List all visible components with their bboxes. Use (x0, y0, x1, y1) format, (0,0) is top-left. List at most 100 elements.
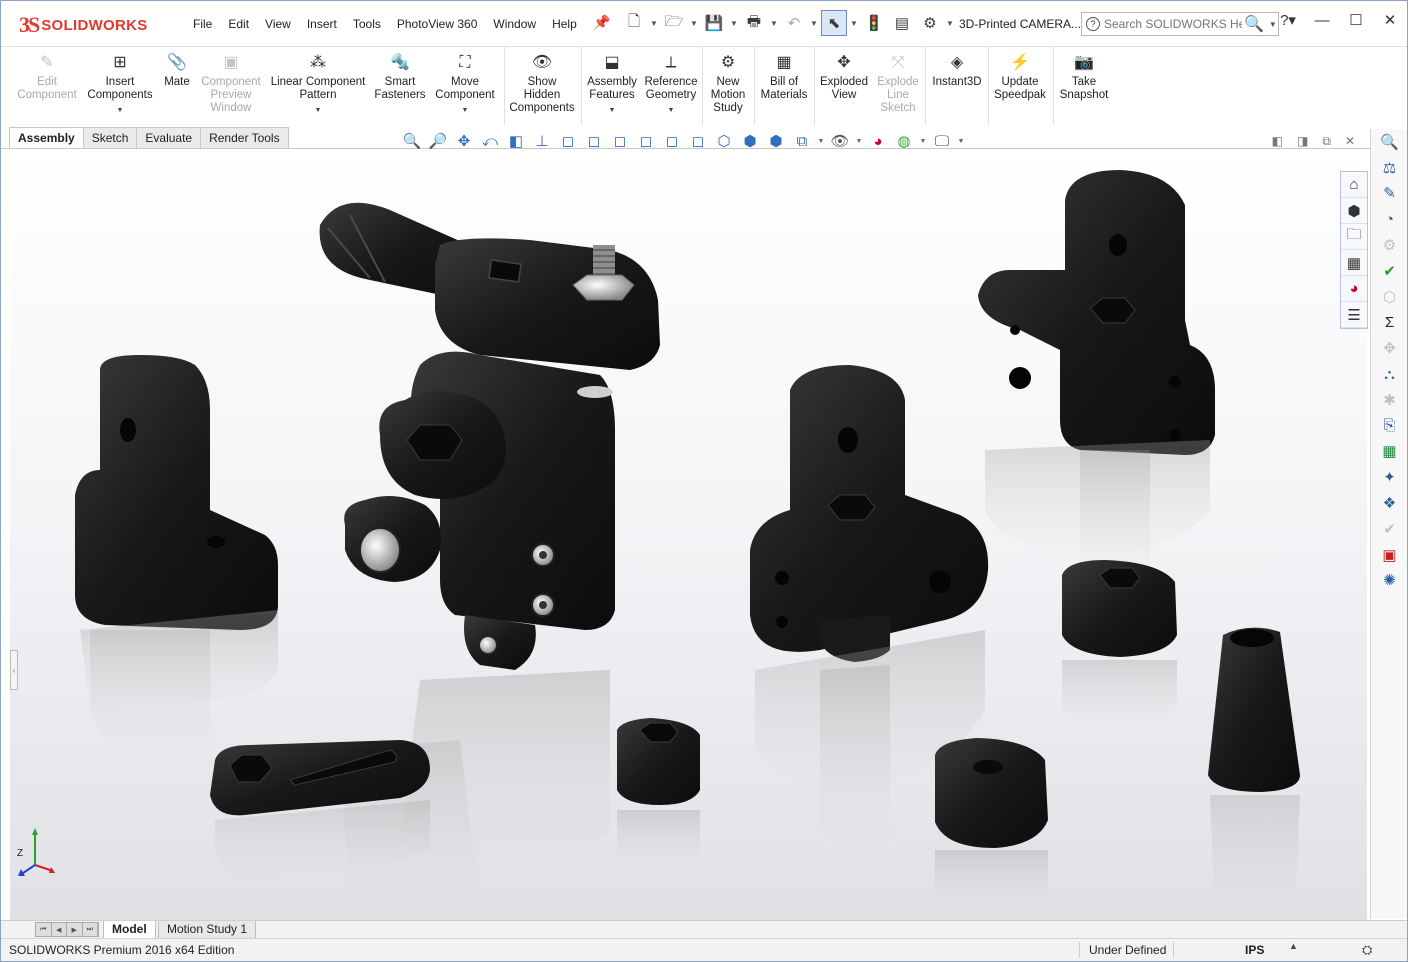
chevron-down-icon[interactable]: ▼ (668, 104, 675, 117)
edit-component-button[interactable]: ✎ Edit Component (15, 51, 79, 102)
lever-arm-part[interactable] (210, 740, 430, 880)
options-dropdown-icon[interactable]: ▼ (945, 10, 955, 36)
menu-tools[interactable]: Tools (345, 15, 389, 33)
edit-appearance-icon[interactable]: ◕ (867, 131, 889, 151)
print-dropdown-icon[interactable]: ▼ (769, 10, 779, 36)
insert-components-button[interactable]: ⊞ Insert Components ▼ (87, 51, 153, 117)
view-back-icon[interactable]: ◻ (583, 131, 605, 151)
chevron-down-icon[interactable]: ▼ (315, 104, 322, 117)
bracket-part-right[interactable] (978, 170, 1215, 584)
trimetric-icon[interactable]: ⬢ (739, 131, 761, 151)
solidworks-logo[interactable]: 3S SOLIDWORKS (19, 9, 164, 41)
new-dropdown-icon[interactable]: ▼ (649, 10, 659, 36)
balance-icon[interactable]: ⚖ (1371, 155, 1407, 181)
menu-file[interactable]: File (185, 15, 220, 33)
open-dropdown-icon[interactable]: ▼ (689, 10, 699, 36)
file-properties-icon[interactable]: ▤ (889, 10, 915, 36)
tab-model[interactable]: Model (103, 921, 156, 939)
view-right-icon[interactable]: ◻ (635, 131, 657, 151)
chevron-down-icon[interactable]: ▼ (462, 104, 469, 117)
tapered-grip-part[interactable] (1208, 627, 1300, 920)
collapse-right-icon[interactable]: ◨ (1297, 134, 1308, 149)
print-icon[interactable]: 🖶 (741, 10, 767, 36)
chevron-up-icon[interactable]: ▲ (1289, 941, 1298, 951)
first-tab-icon[interactable]: ⏮ (36, 923, 52, 936)
chevron-down-icon[interactable]: ▼ (919, 131, 927, 151)
dynamic-annotation-icon[interactable]: ⊥ (531, 131, 553, 151)
settings-wheel-icon[interactable]: ✺ (1371, 568, 1407, 594)
excel-icon[interactable]: ▦ (1371, 439, 1407, 465)
help-search-box[interactable]: ? 🔍 ▼ (1081, 12, 1279, 36)
search-input[interactable] (1104, 17, 1242, 31)
compare-icon[interactable]: ⎘ (1371, 413, 1407, 439)
linear-component-pattern-button[interactable]: ⁂ Linear Component Pattern ▼ (267, 51, 369, 117)
custom-properties-icon[interactable]: ☰ (1341, 302, 1367, 328)
move-component-button[interactable]: ⛶ Move Component ▼ (431, 51, 499, 117)
search-icon[interactable]: 🔍 (1371, 129, 1407, 155)
new-motion-study-button[interactable]: ⚙ New Motion Study (705, 51, 751, 115)
search-dropdown-icon[interactable]: ▼ (1269, 20, 1277, 29)
bill-of-materials-button[interactable]: ▦ Bill of Materials (757, 51, 811, 102)
view-bottom-icon[interactable]: ◻ (687, 131, 709, 151)
chevron-down-icon[interactable]: ▼ (117, 104, 124, 117)
view-settings-icon[interactable]: 🖵 (931, 131, 953, 151)
hide-show-items-icon[interactable]: 👁 (829, 131, 851, 151)
view-top-icon[interactable]: ◻ (661, 131, 683, 151)
knob-part-medium[interactable] (935, 738, 1048, 910)
dimetric-icon[interactable]: ⬢ (765, 131, 787, 151)
knob-part-small[interactable] (617, 718, 700, 865)
new-document-icon[interactable]: 🗋 (621, 10, 647, 36)
restore-icon[interactable]: ⧉ (1322, 134, 1331, 149)
sustainability-icon[interactable]: ❖ (1371, 490, 1407, 516)
update-speedpak-button[interactable]: ⚡ Update Speedpak (991, 51, 1049, 102)
menu-photoview[interactable]: PhotoView 360 (389, 15, 486, 33)
open-folder-icon[interactable]: 🗁 (661, 10, 687, 36)
part-icon[interactable]: ⬢ (1341, 198, 1367, 224)
exploded-view-button[interactable]: ✥ Exploded View (817, 51, 871, 102)
measure-icon[interactable]: ◔ (1371, 206, 1407, 232)
tab-render-tools[interactable]: Render Tools (200, 127, 289, 149)
prev-tab-icon[interactable]: ◀ (52, 923, 67, 936)
appearances-icon[interactable]: ◕ (1341, 276, 1367, 302)
view-left-icon[interactable]: ◻ (609, 131, 631, 151)
previous-view-icon[interactable]: ⤺ (479, 131, 501, 151)
select-dropdown-icon[interactable]: ▼ (849, 10, 859, 36)
menu-help[interactable]: Help (544, 15, 585, 33)
quick-tips-icon[interactable]: ⛭ (1362, 942, 1372, 958)
next-tab-icon[interactable]: ▶ (67, 923, 83, 936)
knob-part-right[interactable] (1062, 560, 1177, 725)
chevron-down-icon[interactable]: ▼ (817, 131, 825, 151)
last-tab-icon[interactable]: ⏭ (83, 923, 98, 936)
undo-icon[interactable]: ↶ (781, 10, 807, 36)
select-cursor-icon[interactable]: ⬉ (821, 10, 847, 36)
reference-geometry-button[interactable]: ⟂ Reference Geometry ▼ (643, 51, 699, 117)
apply-scene-icon[interactable]: ◍ (893, 131, 915, 151)
tab-motion-study[interactable]: Motion Study 1 (158, 921, 257, 939)
close-icon[interactable]: ✕ (1345, 134, 1355, 149)
help-menu-icon[interactable]: ?▾ (1279, 11, 1297, 29)
view-front-icon[interactable]: ◻ (557, 131, 579, 151)
draft-icon[interactable]: ⛬ (1371, 361, 1407, 387)
save-icon[interactable]: 💾 (701, 10, 727, 36)
costing-icon[interactable]: ✦ (1371, 464, 1407, 490)
bracket-part-left[interactable] (75, 355, 278, 764)
rebuild-traffic-light-icon[interactable]: 🚦 (861, 10, 887, 36)
hole-alignment-icon[interactable]: ✥ (1371, 335, 1407, 361)
tab-evaluate[interactable]: Evaluate (136, 127, 202, 149)
take-snapshot-button[interactable]: 📷 Take Snapshot (1056, 51, 1112, 102)
folder-icon[interactable]: 🗀 (1341, 224, 1367, 250)
chevron-down-icon[interactable]: ▼ (855, 131, 863, 151)
chevron-down-icon[interactable]: ▼ (957, 131, 965, 151)
collapse-left-icon[interactable]: ◧ (1272, 134, 1283, 149)
zoom-to-fit-icon[interactable]: 🔍 (401, 131, 423, 151)
home-icon[interactable]: ⌂ (1341, 172, 1367, 198)
tab-scroll-controls[interactable]: ⏮ ◀ ▶ ⏭ (35, 922, 99, 937)
menu-insert[interactable]: Insert (299, 15, 345, 33)
view-palette-icon[interactable]: ▦ (1341, 250, 1367, 276)
component-preview-window-button[interactable]: ▣ Component Preview Window (199, 51, 263, 115)
sigma-icon[interactable]: Σ (1371, 310, 1407, 336)
mate-button[interactable]: 📎 Mate (159, 51, 195, 89)
unit-system[interactable]: IPS (1245, 943, 1264, 957)
menu-view[interactable]: View (257, 15, 299, 33)
zoom-to-area-icon[interactable]: 🔎 (427, 131, 449, 151)
